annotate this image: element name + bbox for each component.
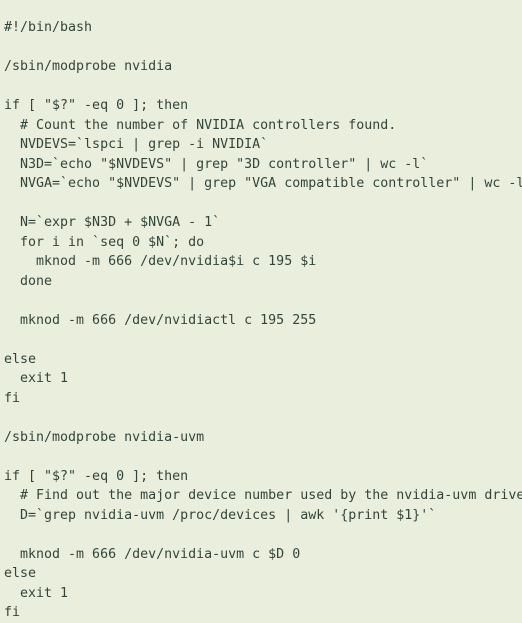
code-line: exit 1 bbox=[4, 371, 69, 387]
code-line: NVGA=`echo "$NVDEVS" | grep "VGA compati… bbox=[4, 176, 522, 192]
code-line: /sbin/modprobe nvidia bbox=[4, 59, 173, 75]
code-line: fi bbox=[4, 605, 21, 621]
code-line: exit 1 bbox=[4, 585, 69, 601]
code-line: mknod -m 666 /dev/nvidia-uvm c $D 0 bbox=[4, 546, 301, 562]
code-line: D=`grep nvidia-uvm /proc/devices | awk '… bbox=[4, 507, 437, 523]
code-line: done bbox=[4, 273, 53, 289]
code-line: #!/bin/bash bbox=[4, 20, 93, 36]
code-line: mknod -m 666 /dev/nvidiactl c 195 255 bbox=[4, 312, 317, 328]
code-line: /sbin/modprobe nvidia-uvm bbox=[4, 429, 205, 445]
code-line: if [ "$?" -eq 0 ]; then bbox=[4, 468, 189, 484]
code-line: N3D=`echo "$NVDEVS" | grep "3D controlle… bbox=[4, 156, 429, 172]
code-line: N=`expr $N3D + $NVGA - 1` bbox=[4, 215, 221, 231]
code-line: # Count the number of NVIDIA controllers… bbox=[4, 117, 397, 133]
code-line: if [ "$?" -eq 0 ]; then bbox=[4, 98, 189, 114]
code-line: NVDEVS=`lspci | grep -i NVIDIA` bbox=[4, 137, 269, 153]
code-line: else bbox=[4, 566, 37, 582]
code-line: fi bbox=[4, 390, 21, 406]
code-listing: #!/bin/bash /sbin/modprobe nvidia if [ "… bbox=[0, 13, 522, 620]
code-line: else bbox=[4, 351, 37, 367]
code-line: for i in `seq 0 $N`; do bbox=[4, 234, 205, 250]
code-line: # Find out the major device number used … bbox=[4, 488, 522, 504]
code-line: mknod -m 666 /dev/nvidia$i c 195 $i bbox=[4, 254, 317, 270]
